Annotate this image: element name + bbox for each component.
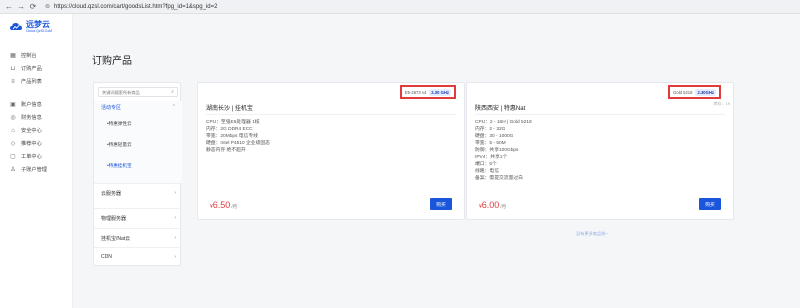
category-panel: ⌕ 活动专区 ⌃ • 特惠弹性云 • 特惠轻量云 • 特惠挂机宝 云服务器› 物… — [93, 82, 182, 266]
tag-icon: ◇ — [10, 140, 16, 147]
cpu-spec-highlight: E5-2673 v4 2.30 GHz — [399, 85, 456, 99]
address-bar[interactable]: ⊜ https://cloud.qzsl.com/cart/goodsList.… — [45, 2, 217, 12]
user-icon: ▣ — [10, 101, 16, 108]
cart-icon: ⊔ — [10, 65, 16, 72]
spec-line: 带宽：20Mbps 电信专线 — [206, 134, 258, 139]
buy-button[interactable]: 购买 — [699, 198, 721, 210]
chevron-right-icon: › — [174, 254, 176, 260]
logo-cloud-icon — [10, 23, 22, 30]
spec-line: CPU：2 - 16H | Gold 5218 — [475, 120, 532, 125]
category-row-cloud[interactable]: 云服务器 › — [94, 183, 182, 202]
sidebar-item-label: 子账户管理 — [21, 167, 47, 173]
dashboard-icon: ▦ — [10, 52, 16, 59]
category-row-cdn[interactable]: CDN › — [94, 247, 182, 266]
sidebar-item-subaccounts[interactable]: ♙ 子账户管理 — [0, 163, 73, 176]
cpu-frequency: 2.30GHz — [695, 88, 716, 96]
category-group-active: 活动专区 ⌃ • 特惠弹性云 • 特惠轻量云 • 特惠挂机宝 — [94, 101, 182, 183]
sidebar-item-label: 产品列表 — [21, 79, 42, 85]
product-specs: CPU：2 - 16H | Gold 5218 内存：2 - 32G 硬盘：30… — [475, 119, 532, 182]
cpu-model: E5-2673 v4 — [404, 89, 427, 95]
sidebar-item-label: 账户信息 — [21, 102, 42, 108]
category-sub-item-active[interactable]: • 特惠挂机宝 — [94, 155, 182, 176]
forward-arrow-icon: → — [17, 2, 25, 11]
spec-line: 硬盘：30 - 1000G — [475, 134, 514, 139]
cpu-frequency: 2.30 GHz — [429, 88, 451, 96]
cpu-model: Gold 5218 — [673, 89, 693, 95]
search-input[interactable] — [102, 89, 172, 95]
list-icon: ≡ — [11, 78, 15, 85]
spec-line: 内存：2 - 32G — [475, 127, 506, 132]
divider — [475, 114, 725, 115]
logo[interactable]: 远梦云 Cloud.QzSl.CoM — [9, 20, 52, 34]
sidebar-item-label: 订购产品 — [21, 66, 42, 72]
category-sub-item[interactable]: • 特惠轻量云 — [94, 134, 182, 155]
chevron-up-icon: ⌃ — [171, 104, 176, 110]
category-row-nat[interactable]: 挂机宝/Nat云 › — [94, 228, 182, 247]
stock-count: 库存：19 — [713, 101, 730, 106]
sidebar-item-dashboard[interactable]: ▦ 控制台 — [0, 49, 73, 62]
spec-line: 内存：2G DDR4 ECC — [206, 127, 253, 132]
security-icon: ⌂ — [11, 127, 15, 134]
forward-button[interactable]: → — [15, 1, 27, 13]
reload-button[interactable]: ⟳ — [27, 1, 39, 13]
category-sub-item[interactable]: • 特惠弹性云 — [94, 113, 182, 134]
buy-button[interactable]: 购买 — [430, 198, 452, 210]
product-card: Gold 5218 2.30GHz 库存：19 陕西西安 | 特惠Nat CPU… — [466, 82, 734, 220]
back-button[interactable]: ← — [3, 1, 15, 13]
ticket-icon: ▢ — [10, 153, 16, 160]
browser-toolbar: ← → ⟳ ⊜ https://cloud.qzsl.com/cart/good… — [0, 0, 800, 14]
sidebar-item-products[interactable]: ≡ 产品列表 — [0, 75, 73, 88]
logo-name: 远梦云 — [26, 20, 50, 29]
back-arrow-icon: ← — [5, 2, 13, 11]
product-title: 陕西西安 | 特惠Nat — [475, 106, 526, 112]
sidebar-item-label: 推荐中心 — [21, 141, 42, 147]
spec-line: 硬盘：Intel P4510 企业级固态 — [206, 141, 270, 146]
category-row-physical[interactable]: 物理服务器 › — [94, 208, 182, 227]
divider — [206, 114, 456, 115]
chevron-right-icon: › — [174, 235, 176, 241]
spec-line: IPV4：共享1个 — [475, 155, 508, 160]
finance-icon: ◎ — [10, 114, 16, 121]
category-search: ⌕ — [98, 87, 178, 97]
spec-line: 备案：需提交流量过白 — [475, 176, 523, 181]
product-price: ¥ 6.50 /月 — [210, 200, 238, 210]
sidebar-item-tickets[interactable]: ▢ 工单中心 — [0, 150, 73, 163]
spec-line: 防御：共享100Gbps — [475, 148, 519, 153]
sidebar-item-account[interactable]: ▣ 账户信息 — [0, 98, 73, 111]
subaccount-icon: ♙ — [10, 166, 16, 173]
spec-line: 线路：电信 — [475, 169, 499, 174]
search-icon[interactable]: ⌕ — [171, 89, 174, 95]
chevron-right-icon: › — [174, 190, 176, 196]
logo-domain: Cloud.QzSl.CoM — [26, 29, 53, 33]
sidebar-item-label: 安全中心 — [21, 128, 42, 134]
sidebar-item-label: 控制台 — [21, 53, 37, 59]
no-more-products-text: 没有更多商品啦~ — [576, 231, 608, 236]
sidebar-item-order[interactable]: ⊔ 订购产品 — [0, 62, 73, 75]
chevron-right-icon: › — [174, 215, 176, 221]
cpu-spec-highlight: Gold 5218 2.30GHz — [668, 85, 721, 99]
spec-line: CPU：至强E5处理器 1核 — [206, 120, 260, 125]
sidebar-item-security[interactable]: ⌂ 安全中心 — [0, 124, 73, 137]
sidebar-menu: ▦ 控制台 ⊔ 订购产品 ≡ 产品列表 ▣ 账户信息 ◎ 财务信息 ⌂ 安全中心 ◇ 推荐中心… — [0, 49, 73, 176]
product-price: ¥ 6.00 /月 — [479, 200, 507, 210]
category-group-label: 活动专区 — [101, 104, 122, 111]
spec-line: 带宽：5 - 50M — [475, 141, 506, 146]
product-title: 湖南长沙 | 挂机宝 — [206, 106, 253, 112]
sidebar: 远梦云 Cloud.QzSl.CoM ▦ 控制台 ⊔ 订购产品 ≡ 产品列表 ▣ 账户信… — [0, 14, 73, 308]
category-group-header[interactable]: 活动专区 ⌃ — [94, 101, 182, 113]
page-title: 订购产品 — [92, 56, 132, 67]
sidebar-item-finance[interactable]: ◎ 财务信息 — [0, 111, 73, 124]
sidebar-item-label: 工单中心 — [21, 154, 42, 160]
spec-line: 端口：5个 — [475, 162, 497, 167]
spec-line: 静态内存 绝不超开 — [206, 148, 246, 153]
sidebar-item-referral[interactable]: ◇ 推荐中心 — [0, 137, 73, 150]
sidebar-item-label: 财务信息 — [21, 115, 42, 121]
url-text: https://cloud.qzsl.com/cart/goodsList.ht… — [54, 3, 218, 10]
product-specs: CPU：至强E5处理器 1核 内存：2G DDR4 ECC 带宽：20Mbps … — [206, 119, 270, 154]
site-info-icon[interactable]: ⊜ — [45, 4, 51, 10]
reload-icon: ⟳ — [29, 2, 37, 11]
product-card: E5-2673 v4 2.30 GHz 湖南长沙 | 挂机宝 CPU：至强E5处… — [197, 82, 465, 220]
